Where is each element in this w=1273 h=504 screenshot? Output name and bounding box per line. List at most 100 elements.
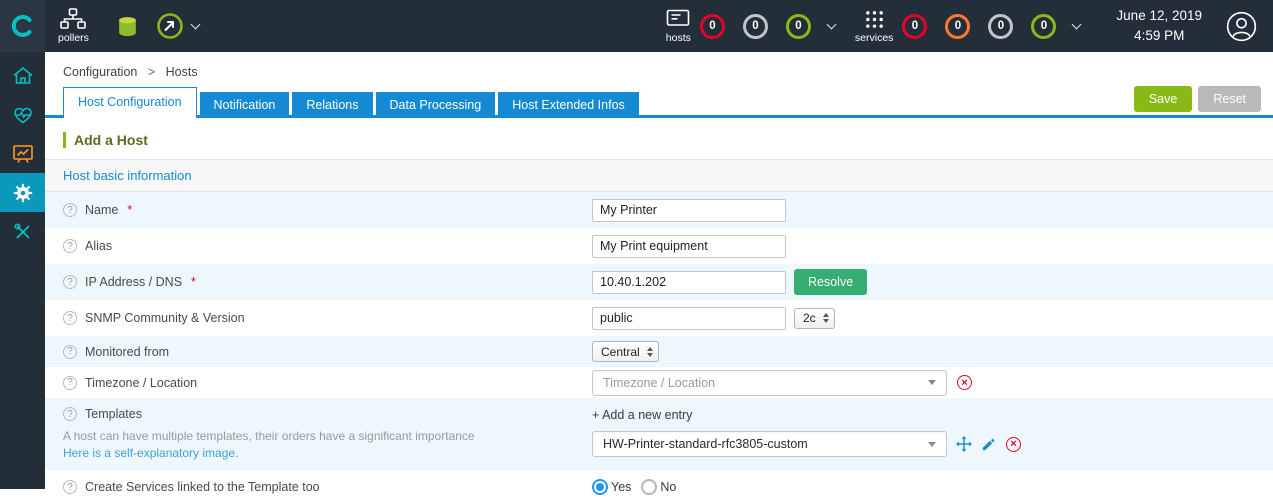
sidebar-item-reporting[interactable]	[0, 134, 45, 173]
pollers-menu[interactable]: pollers	[58, 8, 89, 44]
centreon-logo[interactable]	[0, 0, 45, 52]
services-menu[interactable]: services	[855, 9, 893, 44]
gear-icon	[13, 183, 32, 202]
help-icon[interactable]	[63, 407, 77, 421]
sidebar-item-home[interactable]	[0, 56, 45, 95]
chevron-down-icon	[928, 380, 936, 385]
help-icon[interactable]	[63, 480, 77, 494]
breadcrumb-hosts[interactable]: Hosts	[166, 65, 198, 79]
hosts-up-badge[interactable]: 0	[785, 13, 811, 39]
services-unknown-badge[interactable]: 0	[988, 13, 1014, 39]
services-icon	[865, 10, 883, 28]
form-row-timezone: Timezone / Location Timezone / Location	[45, 367, 1273, 398]
tab-host-configuration[interactable]: Host Configuration	[63, 87, 197, 118]
sidebar-item-configuration[interactable]	[0, 173, 45, 212]
templates-field-cell: + Add a new entry HW-Printer-standard-rf…	[592, 407, 1021, 457]
resolve-button[interactable]: Resolve	[794, 269, 868, 295]
timezone-label-cell: Timezone / Location	[63, 375, 592, 390]
template-delete-icon[interactable]	[1006, 436, 1021, 452]
hosts-down-badge[interactable]: 0	[699, 13, 725, 39]
form-row-name: Name *	[45, 192, 1273, 228]
required-mark: *	[191, 275, 196, 289]
pollers-chevron-down-icon[interactable]	[190, 19, 201, 30]
snmp-version-select[interactable]: 2c	[794, 307, 835, 329]
services-critical-badge[interactable]: 0	[902, 13, 928, 39]
hosts-unreachable-badge[interactable]: 0	[742, 13, 768, 39]
templates-label-cell: Templates A host can have multiple templ…	[63, 407, 592, 460]
tab-host-extended-infos[interactable]: Host Extended Infos	[498, 92, 639, 118]
template-move-icon[interactable]	[956, 436, 972, 452]
pollers-label: pollers	[58, 32, 89, 44]
database-icon	[119, 16, 136, 36]
user-icon	[1226, 11, 1257, 41]
ip-label: IP Address / DNS	[85, 275, 183, 289]
sidebar-item-administration[interactable]	[0, 212, 45, 251]
services-chevron-down-icon[interactable]	[1071, 19, 1082, 30]
current-time: 4:59 PM	[1134, 28, 1185, 43]
poller-state-icon-button[interactable]	[156, 12, 184, 40]
main-content: Configuration > Hosts Host Configuration…	[45, 52, 1273, 504]
tab-relations[interactable]: Relations	[292, 92, 373, 118]
centreon-logo-icon	[11, 15, 31, 37]
breadcrumb: Configuration > Hosts	[45, 52, 1273, 87]
monitored-from-select[interactable]: Central	[592, 341, 659, 362]
pencil-icon	[982, 438, 995, 450]
help-icon[interactable]	[63, 275, 77, 289]
form-row-ip: IP Address / DNS * Resolve	[45, 264, 1273, 300]
services-ok-badge[interactable]: 0	[1031, 13, 1057, 39]
sidebar	[0, 52, 45, 489]
radio-no-label: No	[660, 480, 677, 494]
alias-label: Alias	[85, 239, 113, 253]
help-icon[interactable]	[63, 239, 77, 253]
snmp-community-input[interactable]	[592, 306, 786, 330]
template-selected-value: HW-Printer-standard-rfc3805-custom	[603, 437, 808, 451]
save-button[interactable]: Save	[1133, 86, 1193, 112]
tab-bar: Host Configuration Notification Relation…	[45, 86, 1273, 118]
services-warning-badge[interactable]: 0	[945, 13, 971, 39]
template-select[interactable]: HW-Printer-standard-rfc3805-custom	[592, 431, 947, 457]
database-status[interactable]	[115, 14, 140, 39]
current-date: June 12, 2019	[1116, 8, 1202, 24]
hosts-chevron-down-icon[interactable]	[826, 19, 837, 30]
hosts-menu[interactable]: hosts	[666, 9, 691, 44]
add-template-entry-link[interactable]: + Add a new entry	[592, 408, 1021, 422]
templates-help-link[interactable]: Here is a self-explanatory image.	[63, 446, 592, 460]
breadcrumb-configuration[interactable]: Configuration	[63, 65, 137, 79]
monitored-label-cell: Monitored from	[63, 344, 592, 359]
user-avatar[interactable]	[1226, 11, 1257, 42]
form-row-create-services: Create Services linked to the Template t…	[45, 470, 1273, 504]
tools-icon	[13, 222, 29, 238]
sidebar-item-monitoring[interactable]	[0, 95, 45, 134]
help-icon[interactable]	[63, 311, 77, 325]
tab-notification[interactable]: Notification	[199, 92, 290, 118]
reset-button[interactable]: Reset	[1198, 86, 1261, 112]
timezone-placeholder: Timezone / Location	[603, 375, 716, 390]
home-icon	[12, 66, 33, 84]
timezone-clear-icon[interactable]	[957, 375, 972, 390]
help-icon[interactable]	[63, 344, 77, 359]
templates-label: Templates	[85, 407, 142, 421]
tab-data-processing[interactable]: Data Processing	[375, 92, 496, 118]
help-icon[interactable]	[63, 203, 77, 217]
form-row-snmp: SNMP Community & Version 2c	[45, 300, 1273, 336]
section-header: Host basic information	[45, 159, 1273, 192]
name-input[interactable]	[592, 198, 786, 222]
template-entry-row: HW-Printer-standard-rfc3805-custom	[592, 431, 1021, 457]
move-arrows-icon	[956, 436, 972, 452]
radio-no[interactable]	[641, 479, 658, 495]
radio-yes-label: Yes	[611, 480, 632, 494]
ip-label-cell: IP Address / DNS *	[63, 275, 592, 289]
snmp-label: SNMP Community & Version	[85, 311, 245, 325]
alias-input[interactable]	[592, 234, 786, 258]
ip-input[interactable]	[592, 270, 786, 294]
radio-yes[interactable]	[592, 479, 608, 495]
monitored-from-label: Monitored from	[85, 344, 170, 359]
chevron-down-icon	[928, 441, 936, 447]
timezone-select[interactable]: Timezone / Location	[592, 369, 947, 396]
form-row-monitored-from: Monitored from Central	[45, 336, 1273, 367]
form-row-templates: Templates A host can have multiple templ…	[45, 398, 1273, 470]
create-services-label: Create Services linked to the Template t…	[85, 480, 320, 494]
help-icon[interactable]	[63, 375, 77, 390]
hosts-label: hosts	[665, 31, 691, 44]
template-edit-icon[interactable]	[981, 437, 996, 452]
